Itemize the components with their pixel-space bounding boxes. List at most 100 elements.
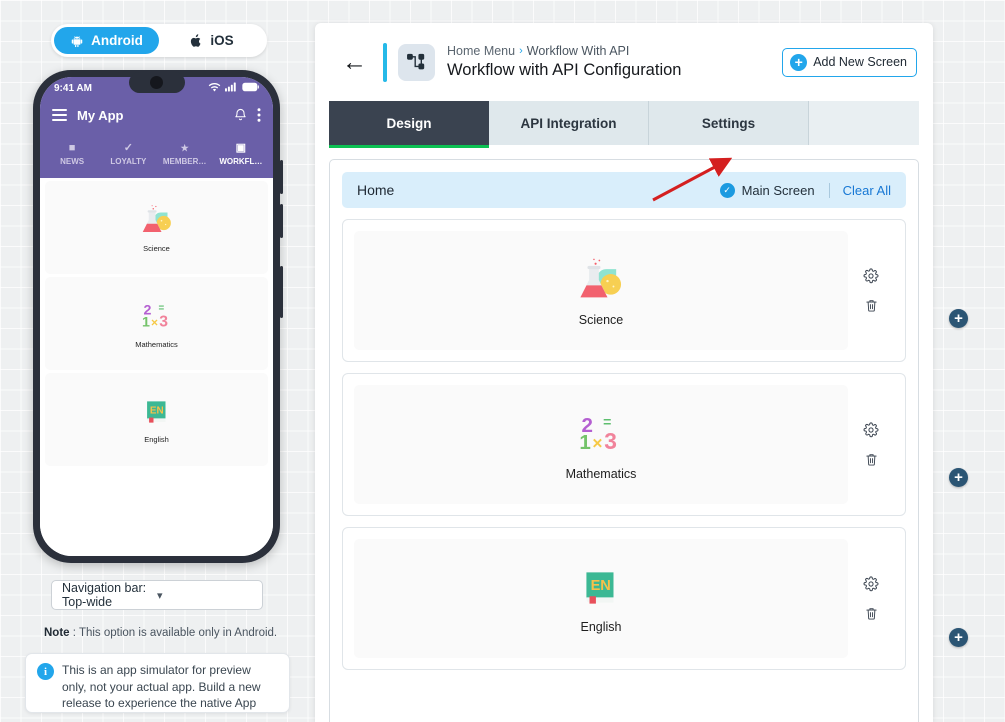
page-title: Workflow with API Configuration (447, 61, 682, 79)
platform-tab-android[interactable]: Android (54, 27, 159, 54)
phone-tab-membership[interactable]: ★ MEMBER… (157, 131, 213, 178)
phone-subject-card-science[interactable]: Science (45, 181, 268, 274)
back-arrow-icon[interactable]: ← (342, 49, 367, 75)
screen-card-science[interactable]: Science (342, 219, 906, 362)
science-flasks-icon (139, 202, 175, 243)
platform-tab-ios[interactable]: iOS (159, 27, 264, 54)
mathematics-numbers-icon: 2 = 1 × 3 (139, 298, 175, 339)
tab-api-integration-label: API Integration (520, 115, 617, 131)
trash-icon[interactable] (864, 452, 879, 467)
phone-tab-workflow-label: WORKFL… (219, 157, 263, 166)
main-screen-toggle[interactable]: ✓ Main Screen (719, 182, 830, 198)
phone-subject-label: Science (143, 244, 170, 253)
add-circle-icon: + (954, 310, 963, 327)
phone-volume-up-button (280, 160, 283, 194)
simulator-pane: Android iOS 9:41 AM My App ■ NEWS ✓ LOYA… (0, 0, 320, 722)
gear-icon[interactable] (863, 422, 879, 438)
navigation-bar-select-value: Navigation bar: Top-wide (62, 581, 147, 609)
phone-tab-news[interactable]: ■ NEWS (44, 131, 100, 178)
tab-settings[interactable]: Settings (649, 101, 809, 145)
plus-circle-icon: + (790, 53, 808, 71)
add-screen-rail-button-1[interactable]: + (949, 309, 968, 328)
phone-app-bar: My App (40, 99, 273, 131)
chevron-right-icon: › (519, 45, 523, 57)
screen-card-label: Mathematics (565, 467, 637, 481)
phone-tab-membership-label: MEMBER… (162, 157, 207, 166)
trash-icon[interactable] (864, 606, 879, 621)
trash-icon[interactable] (864, 298, 879, 313)
breadcrumb: Home Menu › Workflow With API (447, 44, 681, 58)
phone-subject-label: English (144, 435, 169, 444)
phone-tab-loyalty[interactable]: ✓ LOYALTY (100, 131, 156, 178)
screen-card-tools (848, 539, 894, 658)
svg-text:=: = (603, 413, 611, 429)
simulator-info-box: i This is an app simulator for preview o… (25, 653, 290, 713)
gear-icon[interactable] (863, 268, 879, 284)
apple-icon (189, 33, 203, 49)
tabs-filler (809, 101, 919, 145)
svg-text:×: × (592, 433, 602, 453)
workflow-icon: ▣ (235, 142, 247, 154)
note-text: : This option is available only in Andro… (69, 627, 278, 639)
screen-card-preview: EN English (354, 539, 848, 658)
workflow-hierarchy-icon (398, 43, 435, 81)
screen-card-tools (848, 385, 894, 504)
platform-switch: Android iOS (51, 24, 267, 57)
panel-header: ← Home Menu › Workflow With API Workflow… (315, 23, 933, 101)
screen-card-mathematics[interactable]: 2 = 1 × 3 Mathematics (342, 373, 906, 516)
mathematics-numbers-icon: 2 = 1 × 3 (575, 408, 627, 465)
add-circle-icon: + (954, 629, 963, 646)
phone-camera-icon (150, 76, 163, 89)
home-screen-title: Home (357, 182, 395, 198)
phone-power-button (280, 266, 283, 318)
tab-design[interactable]: Design (329, 101, 489, 148)
phone-notch (128, 72, 185, 93)
breadcrumb-current: Workflow With API (526, 44, 630, 58)
main-screen-label: Main Screen (741, 182, 815, 198)
svg-text:3: 3 (604, 428, 617, 454)
clear-all-button[interactable]: Clear All (830, 183, 891, 198)
svg-text:EN: EN (149, 405, 163, 416)
phone-subject-label: Mathematics (135, 340, 178, 349)
hamburger-menu-icon[interactable] (52, 109, 67, 121)
bookmark-icon: ■ (68, 142, 76, 154)
breadcrumb-parent[interactable]: Home Menu (447, 44, 515, 58)
navigation-bar-select[interactable]: Navigation bar: Top-wide ▾ (51, 580, 263, 610)
screen-card-english[interactable]: EN English (342, 527, 906, 670)
workflow-panel: ← Home Menu › Workflow With API Workflow… (315, 23, 933, 722)
home-screen-bar: Home ✓ Main Screen Clear All (342, 172, 906, 208)
phone-simulator: 9:41 AM My App ■ NEWS ✓ LOYALTY ★ MEMBER… (33, 70, 283, 563)
svg-text:EN: EN (591, 578, 611, 594)
wifi-icon (208, 82, 221, 95)
screen-card-label: English (580, 620, 622, 634)
check-circle-icon: ✓ (719, 182, 735, 198)
svg-text:1: 1 (142, 315, 150, 331)
phone-subject-card-mathematics[interactable]: 2 = 1 × 3 Mathematics (45, 277, 268, 370)
phone-volume-down-button (280, 204, 283, 238)
add-new-screen-label: Add New Screen (813, 55, 907, 69)
tab-design-label: Design (386, 115, 432, 131)
star-icon: ★ (180, 143, 189, 153)
add-screen-rail-button-3[interactable]: + (949, 628, 968, 647)
add-new-screen-button[interactable]: + Add New Screen (782, 47, 917, 77)
notification-bell-icon[interactable] (234, 108, 247, 122)
platform-tab-android-label: Android (91, 33, 143, 48)
add-circle-icon: + (954, 469, 963, 486)
phone-tab-workflow[interactable]: ▣ WORKFL… (213, 131, 269, 178)
more-vertical-icon[interactable] (257, 108, 261, 122)
screen-card-preview: Science (354, 231, 848, 350)
info-icon: i (37, 663, 54, 680)
screen-card-preview: 2 = 1 × 3 Mathematics (354, 385, 848, 504)
phone-tab-news-label: NEWS (60, 157, 85, 166)
check-icon: ✓ (123, 142, 133, 154)
english-book-icon: EN (140, 395, 174, 434)
tab-api-integration[interactable]: API Integration (489, 101, 649, 145)
battery-icon (242, 82, 259, 95)
science-flasks-icon (575, 254, 627, 311)
gear-icon[interactable] (863, 576, 879, 592)
svg-text:1: 1 (579, 431, 590, 454)
phone-subject-card-english[interactable]: EN English (45, 373, 268, 466)
header-accent-bar (383, 42, 387, 82)
add-screen-rail-button-2[interactable]: + (949, 468, 968, 487)
note-prefix: Note (44, 627, 70, 639)
